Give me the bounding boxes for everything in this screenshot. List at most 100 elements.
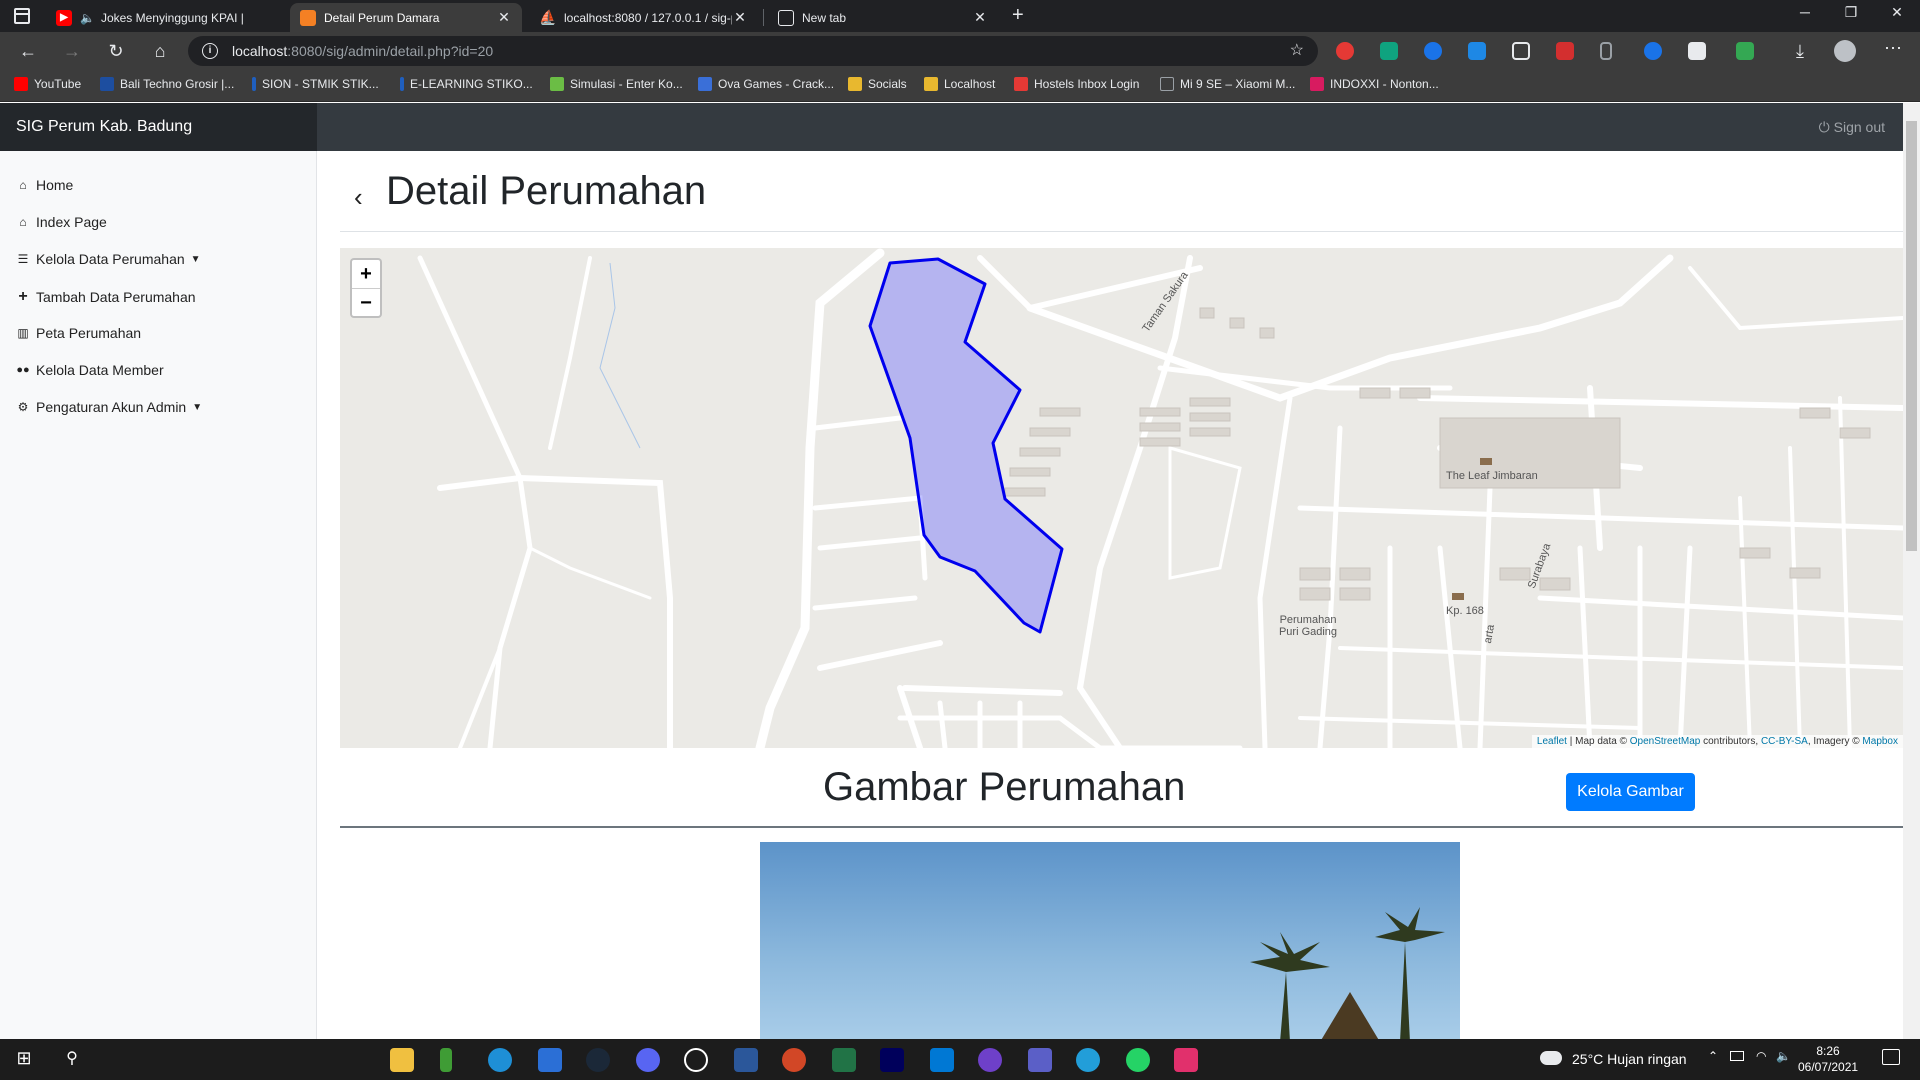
excel-icon[interactable] (832, 1048, 856, 1072)
browser-tab-strip: ▶ 🔈 Jokes Menyinggung KPAI | Detail Peru… (0, 0, 1920, 32)
discord-icon[interactable] (636, 1048, 660, 1072)
minimize-button[interactable]: ─ (1782, 4, 1828, 20)
download-icon[interactable]: ⤓ (1788, 39, 1812, 63)
bookmark-folder[interactable]: Localhost (924, 77, 995, 91)
github-icon[interactable] (978, 1048, 1002, 1072)
battery-icon[interactable] (1730, 1051, 1744, 1061)
leaflet-link[interactable]: Leaflet (1537, 736, 1567, 747)
sidebar-item-member[interactable]: ●● Kelola Data Member (16, 362, 163, 378)
chevron-left-icon[interactable]: ‹ (354, 182, 363, 213)
forward-arrow-icon[interactable]: → (60, 39, 84, 63)
telegram-icon[interactable] (1076, 1048, 1100, 1072)
close-tab-icon[interactable]: ✕ (496, 9, 512, 26)
extension-icon[interactable] (1380, 42, 1398, 60)
page-icon (1160, 77, 1174, 91)
whatsapp-icon[interactable] (1126, 1048, 1150, 1072)
bookmark-item[interactable]: Bali Techno Grosir |... (100, 77, 234, 91)
speaker-icon[interactable]: 🔈 (80, 11, 95, 25)
app-icon[interactable] (684, 1048, 708, 1072)
bookmark-item[interactable]: Simulasi - Enter Ko... (550, 77, 683, 91)
search-icon[interactable]: ⚲ (60, 1048, 84, 1072)
bookmark-item[interactable]: Ova Games - Crack... (698, 77, 834, 91)
back-arrow-icon[interactable]: ← (16, 39, 40, 63)
bookmark-item[interactable]: Hostels Inbox Login (1014, 77, 1139, 91)
bookmark-item[interactable]: INDOXXI - Nonton... (1310, 77, 1439, 91)
powerpoint-icon[interactable] (782, 1048, 806, 1072)
bookmark-folder[interactable]: Socials (848, 77, 907, 91)
word-icon[interactable] (734, 1048, 758, 1072)
bookmark-item[interactable]: YouTube (14, 77, 81, 91)
page-scrollbar[interactable] (1903, 103, 1920, 1039)
close-window-button[interactable]: ✕ (1874, 4, 1920, 21)
site-icon (1014, 77, 1028, 91)
zoom-out-button[interactable]: − (352, 288, 380, 316)
tab-actions-icon[interactable] (14, 8, 30, 24)
browser-tab-4[interactable]: New tab ✕ (768, 3, 998, 32)
extension-icon[interactable] (1736, 42, 1754, 60)
app-icon[interactable] (538, 1048, 562, 1072)
extension-icon[interactable] (1600, 42, 1612, 60)
app-icon[interactable] (440, 1048, 452, 1072)
home-icon[interactable]: ⌂ (148, 39, 172, 63)
tray-chevron-icon[interactable]: ⌃ (1708, 1049, 1718, 1063)
power-icon: ⏻ (1818, 119, 1834, 135)
close-tab-icon[interactable]: ✕ (972, 9, 988, 26)
sidebar-item-kelola-perumahan[interactable]: ☰ Kelola Data Perumahan ▼ (16, 251, 201, 267)
extension-icon[interactable] (1644, 42, 1662, 60)
address-bar[interactable]: i localhost:8080/sig/admin/detail.php?id… (188, 36, 1318, 66)
mapbox-link[interactable]: Mapbox (1862, 736, 1898, 747)
bookmark-item[interactable]: SION - STMIK STIK... (252, 77, 379, 91)
bookmark-star-icon[interactable]: ☆ (1290, 40, 1304, 60)
license-link[interactable]: CC-BY-SA (1761, 736, 1808, 747)
sidebar-item-tambah-perumahan[interactable]: + Tambah Data Perumahan (16, 288, 195, 306)
teams-icon[interactable] (1028, 1048, 1052, 1072)
notification-icon[interactable] (1882, 1049, 1900, 1065)
sidebar-item-pengaturan[interactable]: ⚙ Pengaturan Akun Admin ▼ (16, 399, 203, 415)
caret-down-icon: ▼ (192, 401, 203, 413)
file-explorer-icon[interactable] (390, 1048, 414, 1072)
profile-avatar[interactable] (1834, 40, 1856, 62)
weather-text[interactable]: 25°C Hujan ringan (1572, 1051, 1687, 1067)
camera-icon[interactable] (1688, 42, 1706, 60)
sidebar-item-peta[interactable]: ▥ Peta Perumahan (16, 325, 141, 341)
sidebar-item-home[interactable]: ⌂ Home (16, 177, 73, 193)
extension-icon[interactable] (1468, 42, 1486, 60)
map-view[interactable]: + − Taman Sakura The Leaf Jimbaran Kp. 1… (340, 248, 1903, 748)
sidebar: ⌂ Home ⌂ Index Page ☰ Kelola Data Perumahan… (0, 151, 317, 1039)
wifi-icon[interactable]: ◠ (1756, 1049, 1766, 1063)
extension-icon[interactable] (1512, 42, 1530, 60)
restore-button[interactable]: ❐ (1828, 4, 1874, 21)
housing-boundary-polygon[interactable] (868, 257, 1064, 634)
instagram-icon[interactable] (1174, 1048, 1198, 1072)
scrollbar-thumb[interactable] (1906, 121, 1917, 551)
browser-tab-3[interactable]: ⛵ localhost:8080 / 127.0.0.1 / sig-p ✕ (530, 3, 758, 32)
edge-icon[interactable] (488, 1048, 512, 1072)
app-brand[interactable]: SIG Perum Kab. Badung (0, 103, 317, 151)
extension-icon[interactable] (1424, 42, 1442, 60)
clock[interactable]: 8:26 06/07/2021 (1798, 1043, 1858, 1075)
divider (340, 231, 1903, 232)
youtube-icon (14, 77, 28, 91)
signout-link[interactable]: ⏻ Sign out (1819, 119, 1885, 136)
steam-icon[interactable] (586, 1048, 610, 1072)
extension-icon[interactable] (1336, 42, 1354, 60)
premiere-icon[interactable] (880, 1048, 904, 1072)
bookmark-item[interactable]: E-LEARNING STIKO... (400, 77, 533, 91)
bookmark-item[interactable]: Mi 9 SE – Xiaomi M... (1160, 77, 1295, 91)
close-tab-icon[interactable]: ✕ (732, 9, 748, 26)
menu-dots-icon[interactable]: ⋯ (1884, 38, 1902, 59)
vscode-icon[interactable] (930, 1048, 954, 1072)
reload-icon[interactable]: ↻ (104, 39, 128, 63)
browser-tab-1[interactable]: ▶ 🔈 Jokes Menyinggung KPAI | (46, 3, 290, 32)
zoom-in-button[interactable]: + (352, 260, 380, 288)
osm-link[interactable]: OpenStreetMap (1630, 736, 1701, 747)
site-info-icon[interactable]: i (202, 43, 218, 59)
volume-icon[interactable]: 🔈 (1776, 1049, 1791, 1063)
browser-tab-2[interactable]: Detail Perum Damara ✕ (290, 3, 522, 32)
manage-images-button[interactable]: Kelola Gambar (1566, 773, 1695, 811)
app-navbar: SIG Perum Kab. Badung ⏻ Sign out (0, 103, 1903, 151)
sidebar-item-index[interactable]: ⌂ Index Page (16, 214, 106, 230)
windows-start-icon[interactable]: ⊞ (12, 1048, 36, 1072)
extension-icon[interactable] (1556, 42, 1574, 60)
new-tab-button[interactable]: + (1012, 4, 1024, 27)
